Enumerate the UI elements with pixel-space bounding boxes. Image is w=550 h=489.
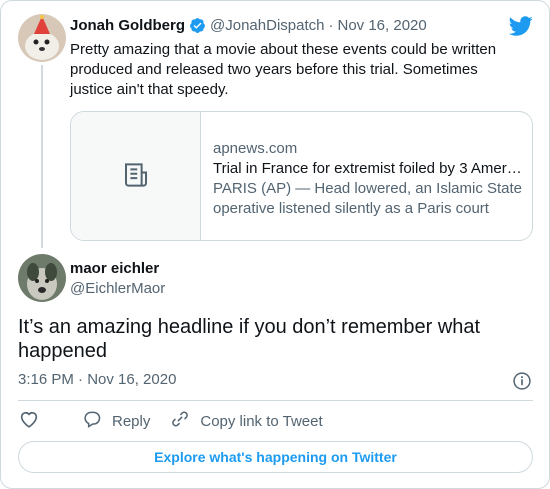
link-description: PARIS (AP) — Head lowered, an Islamic St… [213,180,523,217]
copy-link-button[interactable]: Copy link to Tweet [170,409,323,433]
info-icon[interactable] [512,371,532,391]
copy-link-label: Copy link to Tweet [200,412,323,430]
parent-author-name[interactable]: Jonah Goldberg [70,17,185,34]
author-name[interactable]: maor eichler [70,260,159,277]
tweet-text: It’s an amazing headline if you don’t re… [18,316,481,362]
thread-connector-line [41,65,43,248]
parent-author-handle[interactable]: @JonahDispatch [210,17,324,34]
twitter-bird-icon[interactable] [508,14,533,38]
explore-twitter-button[interactable]: Explore what's happening on Twitter [18,441,533,473]
link-title[interactable]: Trial in France for extremist foiled by … [213,159,523,179]
author-handle[interactable]: @EichlerMaor [70,280,165,297]
tweet-timestamp[interactable]: 3:16 PM · Nov 16, 2020 [18,371,176,388]
article-icon [121,160,151,195]
tweet-actions: Reply Copy link to Tweet [18,411,343,431]
parent-author-avatar[interactable] [18,14,66,62]
like-button[interactable] [18,408,50,434]
embedded-tweet-card: Jonah Goldberg @JonahDispatch · Nov 16, … [0,0,550,489]
link-preview-body: apnews.com Trial in France for extremist… [213,139,523,219]
link-domain: apnews.com [213,140,298,157]
header-separator: · [328,17,334,34]
author-avatar[interactable] [18,254,66,302]
divider [18,400,533,401]
reply-label: Reply [112,412,151,430]
parent-tweet-text: Pretty amazing that a movie about these … [70,41,497,98]
reply-icon [82,409,112,433]
verified-badge-icon [189,17,206,34]
link-thumbnail [71,112,201,240]
link-preview-card[interactable]: apnews.com Trial in France for extremist… [70,111,533,241]
heart-icon [18,408,50,434]
parent-tweet-header: Jonah Goldberg @JonahDispatch · Nov 16, … [70,17,427,34]
link-icon [170,409,200,433]
reply-button[interactable]: Reply [82,409,150,433]
parent-tweet-date[interactable]: Nov 16, 2020 [337,17,426,34]
